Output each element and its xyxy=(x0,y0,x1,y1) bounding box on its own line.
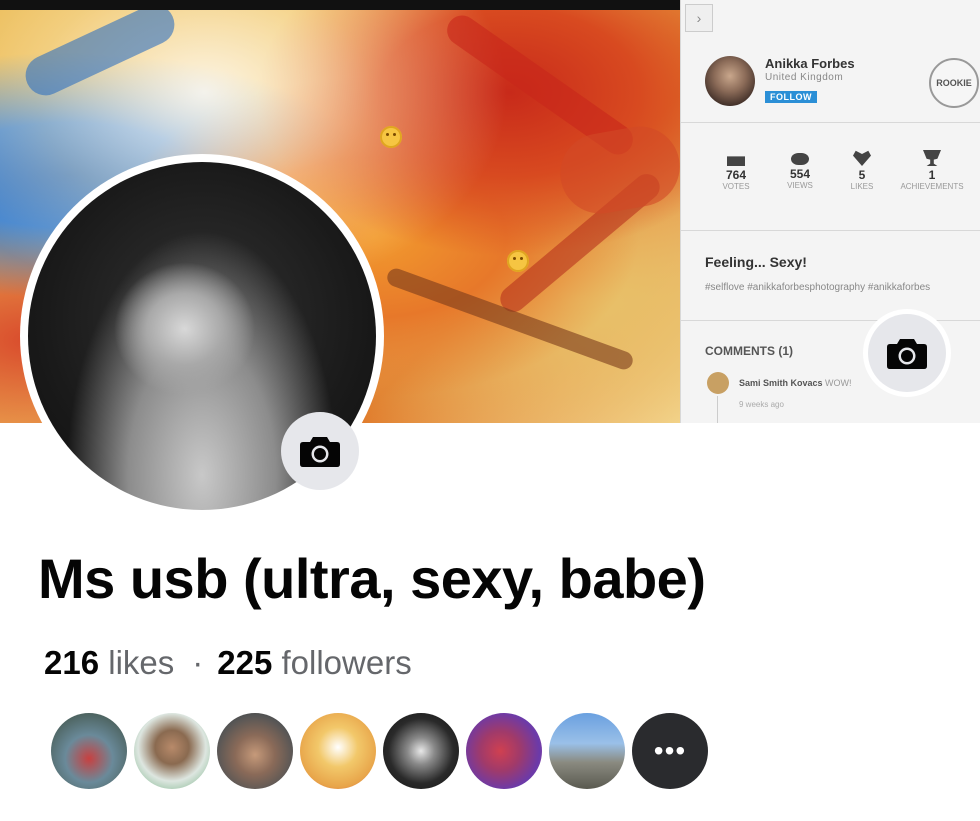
heart-icon xyxy=(853,150,871,166)
thread-line xyxy=(717,396,718,423)
author-country: United Kingdom xyxy=(765,72,844,83)
stat-value: 5 xyxy=(858,168,866,182)
friends-list: ••• xyxy=(51,713,708,789)
likes-followers-line: 216 likes · 225 followers xyxy=(44,644,412,682)
paint-stroke xyxy=(19,10,181,102)
separator: · xyxy=(192,644,204,681)
stat-value: 1 xyxy=(928,168,936,182)
stat-votes: 764 VOTES xyxy=(701,150,771,191)
comment-line: Sami Smith Kovacs WOW! xyxy=(739,378,852,388)
divider xyxy=(681,230,980,231)
likes-label[interactable]: likes xyxy=(108,644,174,681)
more-friends-button[interactable]: ••• xyxy=(632,713,708,789)
friend-avatar[interactable] xyxy=(549,713,625,789)
paint-stroke xyxy=(553,120,680,220)
stat-label: LIKES xyxy=(850,182,874,191)
friend-avatar[interactable] xyxy=(300,713,376,789)
comment-time: 9 weeks ago xyxy=(739,400,784,409)
stat-label: VIEWS xyxy=(787,181,813,190)
friend-avatar[interactable] xyxy=(383,713,459,789)
paint-stroke xyxy=(384,266,636,372)
stat-achievements: 1 ACHIEVEMENTS xyxy=(897,150,967,191)
likes-count[interactable]: 216 xyxy=(44,644,99,681)
followers-label[interactable]: followers xyxy=(282,644,412,681)
stat-likes: 5 LIKES xyxy=(827,150,897,191)
divider xyxy=(681,320,980,321)
followers-count[interactable]: 225 xyxy=(217,644,272,681)
rank-badge: ROOKIE xyxy=(929,58,979,108)
stat-label: VOTES xyxy=(722,182,750,191)
trophy-icon xyxy=(923,150,941,166)
camera-icon xyxy=(887,339,927,369)
friend-avatar[interactable] xyxy=(466,713,542,789)
comment-text: WOW! xyxy=(825,378,852,388)
stat-views: 554 VIEWS xyxy=(765,150,835,190)
comments-title: COMMENTS (1) xyxy=(705,344,793,358)
follow-button[interactable]: FOLLOW xyxy=(765,91,817,103)
post-tags[interactable]: #selflove #anikkaforbesphotography #anik… xyxy=(705,282,930,293)
edit-cover-photo-button[interactable] xyxy=(868,314,946,392)
author-avatar[interactable] xyxy=(705,56,755,106)
commenter-name[interactable]: Sami Smith Kovacs xyxy=(739,378,823,388)
friend-avatar[interactable] xyxy=(134,713,210,789)
stat-value: 764 xyxy=(725,168,747,182)
chevron-right-icon[interactable]: › xyxy=(685,4,713,32)
friend-avatar[interactable] xyxy=(51,713,127,789)
camera-icon xyxy=(300,437,340,467)
author-name[interactable]: Anikka Forbes xyxy=(765,56,855,71)
hug-emoji-icon xyxy=(380,126,402,148)
post-title: Feeling... Sexy! xyxy=(705,254,807,270)
hug-emoji-icon xyxy=(507,250,529,272)
divider xyxy=(681,122,980,123)
commenter-avatar[interactable] xyxy=(707,372,729,394)
stat-label: ACHIEVEMENTS xyxy=(900,182,964,191)
eye-icon xyxy=(791,153,809,165)
edit-profile-picture-button[interactable] xyxy=(281,412,359,490)
friend-avatar[interactable] xyxy=(217,713,293,789)
page-title: Ms usb (ultra, sexy, babe) xyxy=(38,547,706,610)
stat-value: 554 xyxy=(789,167,811,181)
ballot-box-icon xyxy=(727,156,745,166)
